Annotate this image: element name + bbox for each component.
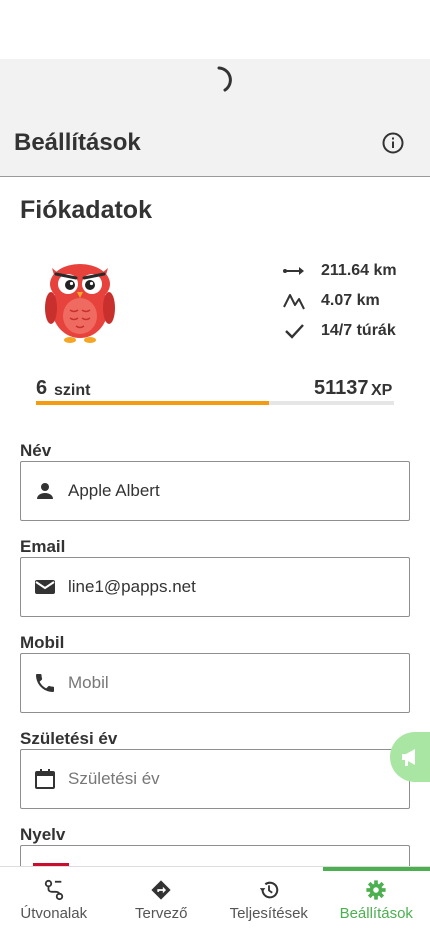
birth-year-placeholder: Születési év: [68, 769, 160, 789]
mobile-placeholder: Mobil: [68, 673, 109, 693]
info-icon[interactable]: [380, 130, 406, 156]
section-title: Fiókadatok: [20, 196, 152, 225]
route-icon: [43, 879, 65, 901]
mobile-field[interactable]: Mobil: [20, 653, 410, 713]
check-icon: [282, 319, 306, 343]
calendar-icon: [33, 767, 57, 791]
distance-icon: [282, 259, 306, 283]
xp-progress-fill: [36, 401, 269, 405]
gear-icon: [365, 879, 387, 901]
level-unit: szint: [54, 382, 90, 400]
history-icon: [258, 879, 280, 901]
mobile-label: Mobil: [20, 633, 64, 653]
tab-planner-label: Tervező: [135, 905, 188, 922]
stat-elevation: 4.07 km: [282, 289, 380, 313]
elevation-icon: [282, 289, 306, 313]
status-area: [0, 0, 430, 59]
language-label: Nyelv: [20, 825, 65, 845]
email-value: line1@papps.net: [68, 577, 196, 597]
name-value: Apple Albert: [68, 481, 160, 501]
mail-icon: [33, 575, 57, 599]
tab-routes-label: Útvonalak: [20, 905, 87, 922]
xp-value: 51137: [314, 377, 369, 400]
xp-unit: XP: [371, 382, 392, 400]
stat-distance: 211.64 km: [282, 259, 397, 283]
megaphone-icon: [400, 746, 420, 768]
email-field[interactable]: line1@papps.net: [20, 557, 410, 617]
stat-distance-value: 211.64 km: [321, 262, 397, 280]
directions-icon: [150, 879, 172, 901]
tab-history[interactable]: Teljesítések: [215, 867, 323, 933]
tab-history-label: Teljesítések: [230, 905, 308, 922]
person-icon: [33, 479, 57, 503]
stat-completed-tours: 14/7 túrák: [282, 319, 396, 343]
birth-year-label: Születési év: [20, 729, 117, 749]
name-field[interactable]: Apple Albert: [20, 461, 410, 521]
phone-icon: [33, 671, 57, 695]
owl-avatar[interactable]: [42, 256, 118, 344]
level-value: 6: [36, 377, 47, 400]
tab-routes[interactable]: Útvonalak: [0, 867, 108, 933]
tab-planner[interactable]: Tervező: [108, 867, 216, 933]
page-title: Beállítások: [14, 129, 141, 157]
email-label: Email: [20, 537, 65, 557]
bottom-tab-bar: Útvonalak Tervező Teljesítések: [0, 866, 430, 933]
tab-settings[interactable]: Beállítások: [323, 867, 430, 933]
tab-settings-label: Beállítások: [340, 905, 413, 922]
xp-progress-bar: [36, 401, 394, 405]
stat-completed-value: 14/7 túrák: [321, 322, 396, 340]
birth-year-field[interactable]: Születési év: [20, 749, 410, 809]
stat-elevation-value: 4.07 km: [321, 292, 380, 310]
name-label: Név: [20, 441, 51, 461]
loading-spinner-icon: [203, 64, 235, 96]
